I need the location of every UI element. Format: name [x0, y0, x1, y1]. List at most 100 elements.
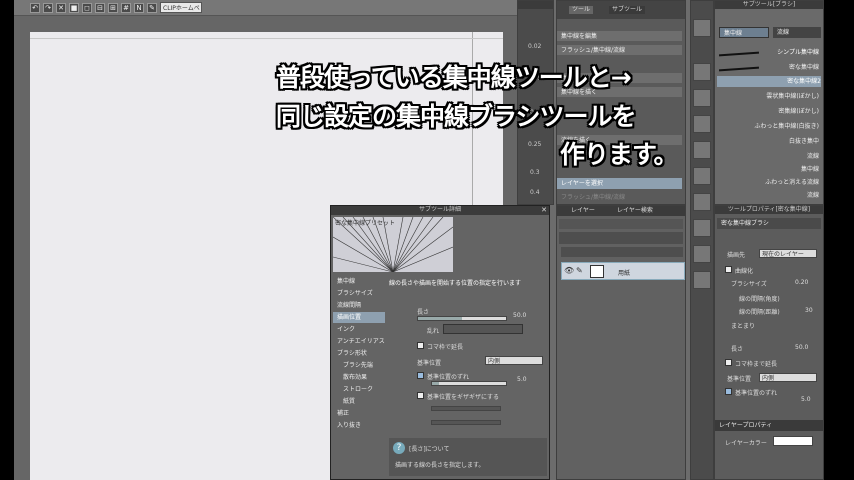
- subtool-item[interactable]: 集中線を編集: [557, 31, 682, 42]
- blend-mode-row[interactable]: [559, 219, 683, 229]
- distance-gap-value[interactable]: 30: [805, 307, 813, 314]
- tab-subtool[interactable]: サブツール: [609, 6, 646, 14]
- cluster-label: まとまり: [731, 323, 756, 330]
- jagged-checkbox[interactable]: [417, 392, 424, 399]
- brush-item[interactable]: 密な集中線: [759, 62, 819, 73]
- brush-item[interactable]: 雲状集中線(ぼかし): [717, 91, 819, 102]
- wave-label: 乱れ: [427, 328, 440, 335]
- category-item[interactable]: アンチエイリアス: [333, 336, 385, 347]
- base-position-select[interactable]: 内側: [485, 356, 543, 365]
- curve-checkbox[interactable]: [725, 266, 732, 273]
- person-icon[interactable]: [693, 167, 711, 185]
- transform-icon[interactable]: ⊞: [108, 2, 118, 13]
- search-icon[interactable]: [693, 219, 711, 237]
- category-item[interactable]: インク: [333, 324, 385, 335]
- grid-icon[interactable]: #: [121, 2, 131, 13]
- undo-icon[interactable]: ↶: [30, 2, 40, 13]
- subtool-item[interactable]: フラッシュ/集中線/流線: [557, 45, 682, 56]
- category-item[interactable]: 入り抜き: [333, 420, 385, 431]
- brush-icon[interactable]: [693, 89, 711, 107]
- homepage-combo[interactable]: CLIPホームページ: [160, 2, 202, 23]
- category-item[interactable]: 散布効果: [339, 372, 385, 383]
- eye-icon[interactable]: 👁: [564, 266, 574, 276]
- category-item[interactable]: 紙質: [339, 396, 385, 407]
- tab-flow[interactable]: 流線: [773, 27, 821, 38]
- preview-label: 密な集中線プリセット: [335, 220, 396, 227]
- base-offset-value[interactable]: 5.0: [517, 376, 527, 383]
- tab-concentration[interactable]: 集中線: [719, 27, 769, 38]
- clear-icon[interactable]: ✕: [56, 2, 66, 13]
- length-value[interactable]: 50.0: [513, 312, 526, 319]
- brush-item[interactable]: シンプル集中線: [759, 47, 819, 58]
- brush-item[interactable]: 集中線: [717, 164, 819, 175]
- crop-icon[interactable]: ⊟: [95, 2, 105, 13]
- brush-item[interactable]: 流線: [717, 190, 819, 201]
- layer-name: 用紙: [618, 270, 631, 277]
- extend-to-frame-checkbox[interactable]: [417, 342, 424, 349]
- caption-line-1: 普段使っている集中線ツールと→: [276, 63, 632, 92]
- paper-guide-horizontal: [30, 38, 503, 39]
- brush-icon[interactable]: [693, 115, 711, 133]
- size-value[interactable]: 0.3: [530, 169, 540, 176]
- brush-item[interactable]: 流線: [717, 151, 819, 162]
- layer-toolbar-2: [561, 247, 683, 257]
- subtool-item-selected[interactable]: レイヤーを選択: [557, 178, 682, 189]
- brush-item[interactable]: ふわっと集中線(白抜き): [717, 121, 819, 132]
- layer-color-swatch[interactable]: [773, 436, 813, 446]
- base-select[interactable]: 内側: [759, 373, 817, 382]
- layer-row[interactable]: 👁 ✎ 用紙: [561, 262, 685, 280]
- wave-slider[interactable]: [443, 324, 523, 334]
- close-icon[interactable]: ✕: [541, 206, 547, 214]
- category-item[interactable]: 流線間隔: [333, 300, 385, 311]
- category-item[interactable]: 集中線: [333, 276, 385, 287]
- tool-property-header: ツールプロパティ[密な集中線]: [715, 206, 823, 214]
- extend-checkbox[interactable]: [725, 359, 732, 366]
- jagged-slider-2[interactable]: [431, 420, 501, 425]
- category-item[interactable]: ブラシ先端: [339, 360, 385, 371]
- brush-preview: [718, 66, 760, 72]
- brush-size-value[interactable]: 0.20: [795, 279, 808, 286]
- length-slider[interactable]: [417, 316, 507, 321]
- category-item-selected[interactable]: 描画位置: [333, 312, 385, 323]
- subtool-item[interactable]: フラッシュ/集中線/流線: [557, 192, 682, 203]
- offset-checkbox[interactable]: [725, 388, 732, 395]
- brush-icon[interactable]: [693, 63, 711, 81]
- offset-value[interactable]: 5.0: [801, 396, 811, 403]
- mode-select[interactable]: 現在のレイヤー: [759, 249, 817, 258]
- select-icon[interactable]: ◻: [82, 2, 92, 13]
- mode-label: 描画先: [727, 252, 746, 259]
- base-offset-checkbox[interactable]: [417, 372, 424, 379]
- category-item[interactable]: ストローク: [339, 384, 385, 395]
- category-item[interactable]: ブラシ形状: [333, 348, 385, 359]
- base-offset-slider[interactable]: [431, 381, 507, 386]
- fill-icon[interactable]: ■: [69, 2, 79, 13]
- tab-tool[interactable]: ツール: [569, 6, 594, 14]
- layer-icon[interactable]: [693, 271, 711, 289]
- size-value[interactable]: 0.02: [528, 43, 541, 50]
- ruler-icon[interactable]: N: [134, 2, 144, 13]
- folder-icon[interactable]: [693, 141, 711, 159]
- distance-gap-label[interactable]: 線の間隔(距離): [739, 307, 780, 316]
- brush-item[interactable]: ふわっと消える流線: [717, 177, 819, 188]
- layer-property-header: レイヤープロパティ: [715, 420, 823, 431]
- size-value[interactable]: 0.4: [530, 189, 540, 196]
- jagged-slider[interactable]: [431, 406, 501, 411]
- length-value[interactable]: 50.0: [795, 344, 808, 351]
- column-header: [518, 1, 553, 9]
- brush-item-selected[interactable]: 密な集中線2: [717, 76, 821, 87]
- category-item[interactable]: ブラシサイズ: [333, 288, 385, 299]
- length-label: 長さ: [417, 309, 430, 316]
- pen-icon[interactable]: ✎: [576, 266, 584, 276]
- size-value[interactable]: 0.25: [528, 141, 541, 148]
- palette-toggle-icon[interactable]: [693, 19, 711, 37]
- pen-icon[interactable]: ✎: [147, 2, 157, 13]
- brush-item[interactable]: 白抜き集中: [717, 136, 819, 147]
- redo-icon[interactable]: ↷: [43, 2, 53, 13]
- tab-layer-search[interactable]: レイヤー検索: [617, 207, 653, 215]
- tab-layer[interactable]: レイヤー: [571, 207, 595, 215]
- brush-item[interactable]: 密集線(ぼかし): [717, 106, 819, 117]
- folder-icon[interactable]: [693, 193, 711, 211]
- layer-icon[interactable]: [693, 245, 711, 263]
- angle-gap-label[interactable]: 線の間隔(角度): [739, 294, 780, 303]
- category-item[interactable]: 補正: [333, 408, 385, 419]
